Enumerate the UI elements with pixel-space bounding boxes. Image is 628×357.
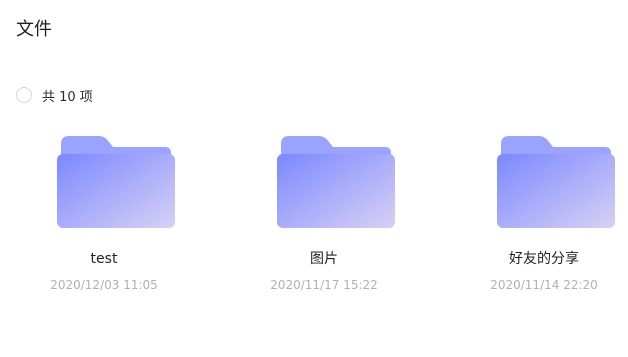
folder-card[interactable]: test 2020/12/03 11:05 [29, 132, 179, 302]
page-title: 文件 [16, 19, 52, 40]
folder-icon [57, 136, 175, 228]
folder-name: 好友的分享 [509, 251, 579, 267]
select-all-radio[interactable] [16, 87, 32, 103]
item-count-label: 共 10 项 [42, 89, 93, 105]
folder-icon [277, 136, 395, 228]
folder-name: test [90, 251, 118, 267]
folder-icon [497, 136, 615, 228]
folder-card[interactable]: 好友的分享 2020/11/14 22:20 [469, 132, 619, 302]
folder-date: 2020/12/03 11:05 [50, 278, 158, 292]
folder-name: 图片 [310, 251, 338, 267]
select-all-row: 共 10 项 [16, 85, 93, 105]
file-browser-page: 文件 共 10 项 test 2020/12/03 11:05 图片 2020/… [0, 0, 628, 357]
folder-card[interactable]: 图片 2020/11/17 15:22 [249, 132, 399, 302]
folder-date: 2020/11/17 15:22 [270, 278, 378, 292]
folder-date: 2020/11/14 22:20 [490, 278, 598, 292]
